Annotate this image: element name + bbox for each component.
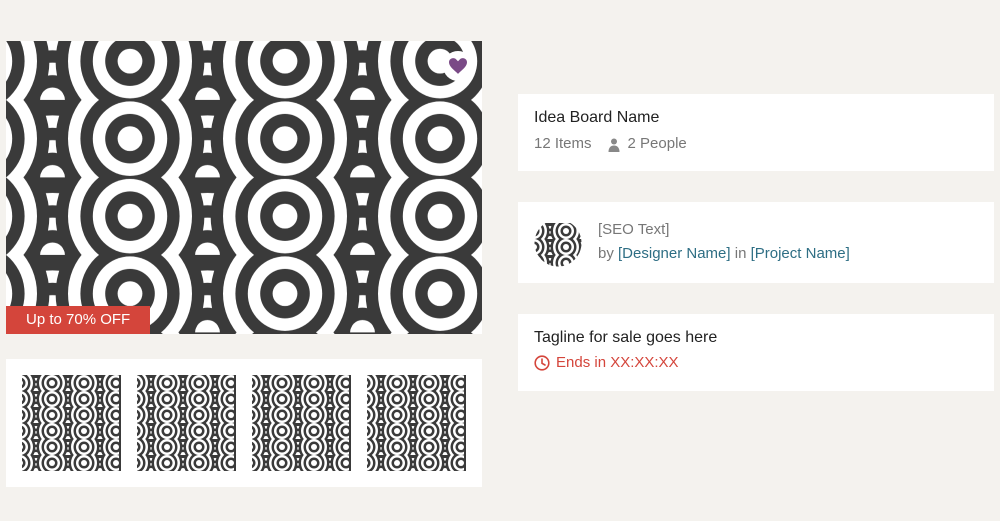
- board-meta: 12 Items 2 People: [534, 135, 687, 152]
- seigaiha-pattern-image: [6, 41, 482, 334]
- sale-countdown: Ends in XX:XX:XX: [534, 354, 679, 371]
- product-info-card: [SEO Text] by [Designer Name] in [Projec…: [518, 202, 994, 283]
- thumbnail-2[interactable]: [137, 375, 236, 471]
- byline: by [Designer Name] in [Project Name]: [598, 245, 850, 262]
- project-link[interactable]: [Project Name]: [751, 245, 850, 262]
- thumbnail-4-image: [367, 375, 464, 471]
- thumbnail-3-image: [252, 375, 349, 471]
- designer-avatar[interactable]: [534, 219, 582, 267]
- sale-card[interactable]: Tagline for sale goes here Ends in XX:XX…: [518, 314, 994, 391]
- designer-link[interactable]: [Designer Name]: [618, 245, 731, 262]
- by-label: by: [598, 245, 614, 262]
- discount-badge: Up to 70% OFF: [6, 306, 151, 334]
- idea-board-card[interactable]: Idea Board Name 12 Items 2 People: [518, 94, 994, 171]
- thumbnail-4[interactable]: [367, 375, 466, 471]
- designer-logo: [534, 219, 582, 267]
- item-count: 12 Items: [534, 135, 592, 152]
- thumbnail-2-image: [137, 375, 234, 471]
- thumbnail-1-image: [22, 375, 119, 471]
- seo-text: [SEO Text]: [598, 221, 670, 238]
- favorite-button[interactable]: [443, 51, 473, 81]
- heart-icon: [449, 58, 467, 74]
- hero-image[interactable]: Up to 70% OFF: [6, 41, 482, 334]
- in-label: in: [734, 245, 747, 262]
- board-name[interactable]: Idea Board Name: [534, 109, 659, 127]
- countdown-text: Ends in XX:XX:XX: [556, 354, 679, 371]
- people-count: 2 People: [627, 135, 687, 152]
- thumbnail-1[interactable]: [22, 375, 121, 471]
- thumbnail-strip: [6, 359, 482, 487]
- idea-board-page: Up to 70% OFF Idea Board Name 12 Items 2…: [0, 0, 1000, 521]
- thumbnail-3[interactable]: [252, 375, 351, 471]
- sale-tagline: Tagline for sale goes here: [534, 329, 718, 346]
- person-icon: [608, 138, 620, 152]
- clock-icon: [534, 354, 550, 371]
